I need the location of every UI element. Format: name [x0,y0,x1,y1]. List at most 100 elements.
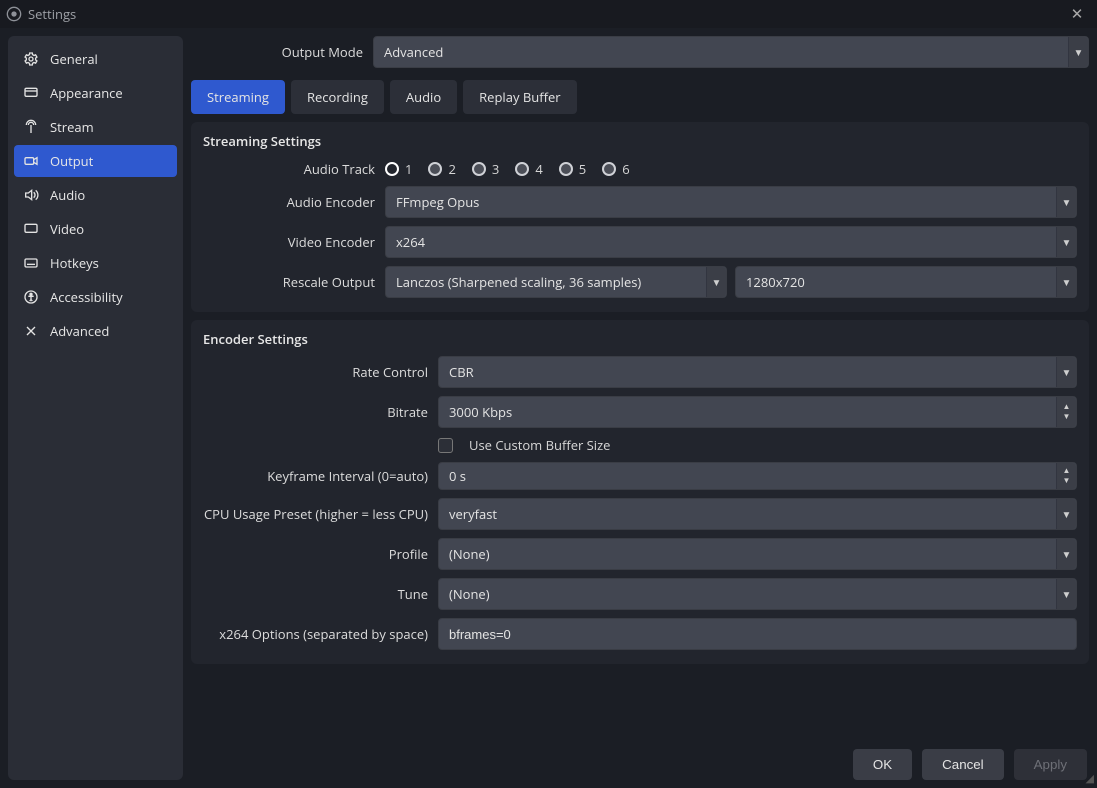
chevron-down-icon: ▼ [1056,187,1076,217]
audio-encoder-label: Audio Encoder [203,193,385,211]
spinner-buttons-icon[interactable]: ▲▼ [1056,397,1076,427]
chevron-down-icon: ▼ [1056,267,1076,297]
profile-label: Profile [203,545,438,563]
video-encoder-row: Video Encoder x264 ▼ [203,226,1077,258]
bitrate-input[interactable]: 3000 Kbps ▲▼ [438,396,1077,428]
sidebar-item-audio[interactable]: Audio [8,179,183,211]
profile-select[interactable]: (None) ▼ [438,538,1077,570]
cpu-preset-label: CPU Usage Preset (higher = less CPU) [203,505,438,523]
chevron-down-icon: ▼ [1056,227,1076,257]
bitrate-label: Bitrate [203,403,438,421]
chevron-down-icon: ▼ [1063,477,1071,485]
audio-track-row: Audio Track 1 23 4 56 [203,160,1077,178]
titlebar: Settings ✕ [0,0,1097,28]
radio-dot-icon [602,162,616,176]
profile-row: Profile (None) ▼ [203,538,1077,570]
chevron-down-icon: ▼ [1056,357,1076,387]
keyboard-icon [22,255,40,271]
chevron-down-icon: ▼ [1056,499,1076,529]
audio-track-radio-3[interactable]: 3 [472,160,499,178]
rate-control-row: Rate Control CBR ▼ [203,356,1077,388]
x264-opts-field[interactable] [449,627,1066,642]
sidebar-item-output[interactable]: Output [14,145,177,177]
chevron-down-icon: ▼ [1063,413,1071,421]
sidebar-item-appearance[interactable]: Appearance [8,77,183,109]
output-mode-select[interactable]: Advanced ▼ [373,36,1089,68]
audio-encoder-row: Audio Encoder FFmpeg Opus ▼ [203,186,1077,218]
audio-track-radio-group: 1 23 4 56 [385,160,630,178]
apply-button[interactable]: Apply [1014,749,1087,780]
streaming-settings-section: Streaming Settings Audio Track 123456 Au… [191,122,1089,312]
bitrate-value: 3000 Kbps [449,403,512,421]
audio-track-radio-4[interactable]: 4 [515,160,542,178]
chevron-up-icon: ▲ [1063,403,1071,411]
resize-grip-icon[interactable]: ◢ [1086,771,1093,786]
camera-icon [22,153,40,169]
keyframe-label: Keyframe Interval (0=auto) [203,467,438,485]
sidebar-item-advanced[interactable]: Advanced [8,315,183,347]
appearance-icon [22,85,40,101]
audio-track-radio-2[interactable]: 2 [428,160,455,178]
custom-buffer-checkbox[interactable] [438,438,453,453]
sidebar-item-label: Stream [50,118,94,136]
sidebar-item-label: Accessibility [50,288,123,306]
cancel-button[interactable]: Cancel [922,749,1004,780]
encoder-settings-title: Encoder Settings [203,330,1077,348]
rescale-output-label: Rescale Output [203,273,385,291]
tools-icon [22,323,40,339]
radio-dot-icon [385,162,399,176]
radio-label: 1 [405,160,412,178]
obs-logo-icon [6,6,22,22]
sidebar-item-label: Video [50,220,84,238]
audio-track-radio-1[interactable]: 1 [385,160,412,178]
tab-replay-buffer[interactable]: Replay Buffer [463,80,576,114]
rate-control-select[interactable]: CBR ▼ [438,356,1077,388]
window-close-button[interactable]: ✕ [1063,4,1091,24]
tab-recording[interactable]: Recording [291,80,384,114]
tab-streaming[interactable]: Streaming [191,80,285,114]
spinner-buttons-icon[interactable]: ▲▼ [1056,463,1076,489]
sidebar-item-accessibility[interactable]: Accessibility [8,281,183,313]
monitor-icon [22,221,40,237]
radio-dot-icon [515,162,529,176]
radio-label: 2 [448,160,455,178]
window-title: Settings [28,5,76,23]
sidebar-item-general[interactable]: General [8,43,183,75]
sidebar-item-stream[interactable]: Stream [8,111,183,143]
rescale-method-select[interactable]: Lanczos (Sharpened scaling, 36 samples) … [385,266,727,298]
audio-track-radio-6[interactable]: 6 [602,160,629,178]
output-mode-label: Output Mode [191,43,373,61]
x264-opts-input[interactable] [438,618,1077,650]
sidebar-item-label: Hotkeys [50,254,99,272]
rescale-output-row: Rescale Output Lanczos (Sharpened scalin… [203,266,1077,298]
custom-buffer-row: Use Custom Buffer Size [203,436,1077,454]
rate-control-value: CBR [449,363,474,381]
encoder-settings-section: Encoder Settings Rate Control CBR ▼ Bitr… [191,320,1089,664]
radio-dot-icon [559,162,573,176]
sidebar-item-hotkeys[interactable]: Hotkeys [8,247,183,279]
tune-select[interactable]: (None) ▼ [438,578,1077,610]
gear-icon [22,51,40,67]
x264-opts-row: x264 Options (separated by space) [203,618,1077,650]
video-encoder-value: x264 [396,233,425,251]
cpu-preset-select[interactable]: veryfast ▼ [438,498,1077,530]
keyframe-input[interactable]: 0 s ▲▼ [438,462,1077,490]
tab-audio[interactable]: Audio [390,80,457,114]
ok-button[interactable]: OK [853,749,912,780]
chevron-up-icon: ▲ [1063,467,1071,475]
audio-track-radio-5[interactable]: 5 [559,160,586,178]
keyframe-value: 0 s [449,467,466,485]
accessibility-icon [22,289,40,305]
video-encoder-label: Video Encoder [203,233,385,251]
audio-track-label: Audio Track [203,160,385,178]
video-encoder-select[interactable]: x264 ▼ [385,226,1077,258]
radio-label: 5 [579,160,586,178]
rescale-resolution-select[interactable]: 1280x720 ▼ [735,266,1077,298]
radio-label: 4 [535,160,542,178]
sidebar-item-video[interactable]: Video [8,213,183,245]
radio-dot-icon [472,162,486,176]
tune-value: (None) [449,585,490,603]
keyframe-row: Keyframe Interval (0=auto) 0 s ▲▼ [203,462,1077,490]
chevron-down-icon: ▼ [1056,579,1076,609]
audio-encoder-select[interactable]: FFmpeg Opus ▼ [385,186,1077,218]
